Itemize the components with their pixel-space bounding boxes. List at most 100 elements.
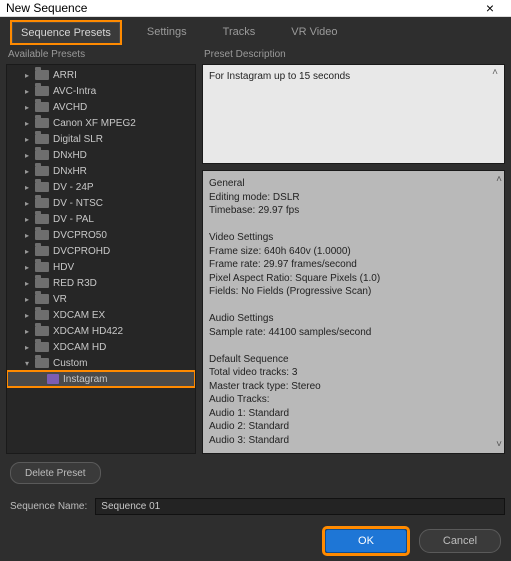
preset-folder[interactable]: ▸ RED R3D <box>7 275 195 291</box>
tree-item-label: VR <box>53 294 67 305</box>
preset-folder[interactable]: ▾ Custom <box>7 355 195 371</box>
action-row: OK Cancel <box>6 529 505 553</box>
chevron-right-icon[interactable]: ▸ <box>23 215 31 224</box>
tree-item-label: DV - 24P <box>53 182 94 193</box>
preset-info-box[interactable]: ˄ ˅ GeneralEditing mode: DSLRTimebase: 2… <box>202 170 505 454</box>
cancel-button[interactable]: Cancel <box>419 529 501 553</box>
ok-button-highlight: OK <box>325 529 407 553</box>
chevron-up-icon: ˄ <box>488 67 502 161</box>
preset-folder[interactable]: ▸ XDCAM HD422 <box>7 323 195 339</box>
sequence-name-label: Sequence Name: <box>10 501 87 512</box>
tab-sequence-presets[interactable]: Sequence Presets <box>12 22 120 43</box>
tab-bar: Sequence Presets Settings Tracks VR Video <box>6 21 505 43</box>
chevron-up-icon: ˄ <box>496 173 502 187</box>
folder-icon <box>35 294 49 304</box>
tree-item-label: ARRI <box>53 70 77 81</box>
preset-folder[interactable]: ▸ Canon XF MPEG2 <box>7 115 195 131</box>
preset-info-text: GeneralEditing mode: DSLRTimebase: 29.97… <box>209 177 498 447</box>
chevron-down-icon: ˅ <box>496 438 502 452</box>
chevron-right-icon[interactable]: ▸ <box>23 71 31 80</box>
ok-button[interactable]: OK <box>325 529 407 553</box>
preset-description-label: Preset Description <box>204 49 503 60</box>
tree-item-label: RED R3D <box>53 278 97 289</box>
preset-folder[interactable]: ▸ VR <box>7 291 195 307</box>
preset-folder[interactable]: ▸ DNxHD <box>7 147 195 163</box>
preset-folder[interactable]: ▸DVCPROHD <box>7 243 195 259</box>
preset-folder[interactable]: ▸ Digital SLR <box>7 131 195 147</box>
sequence-name-row: Sequence Name: <box>6 498 505 515</box>
preset-description-text: For Instagram up to 15 seconds <box>209 71 350 82</box>
chevron-right-icon[interactable]: ▸ <box>23 327 31 336</box>
tree-item-label: XDCAM HD422 <box>53 326 123 337</box>
preset-tree[interactable]: ▸ARRI▸AVC-Intra▸AVCHD▸Canon XF MPEG2▸Dig… <box>6 64 196 454</box>
tree-item-label: DV - NTSC <box>53 198 103 209</box>
chevron-right-icon[interactable]: ▸ <box>23 183 31 192</box>
preset-folder[interactable]: ▸ DVCPRO50 <box>7 227 195 243</box>
folder-icon <box>35 278 49 288</box>
folder-icon <box>35 198 49 208</box>
new-sequence-window: New Sequence × Sequence Presets Settings T… <box>0 0 511 500</box>
tab-vr-video[interactable]: VR Video <box>282 21 346 43</box>
folder-icon <box>35 166 49 176</box>
tab-tracks[interactable]: Tracks <box>214 21 265 43</box>
preset-folder[interactable]: ▸ DNxHR <box>7 163 195 179</box>
chevron-right-icon[interactable]: ▸ <box>23 87 31 96</box>
available-presets-panel: Available Presets ▸ARRI▸AVC-Intra▸AVCHD▸… <box>6 47 196 454</box>
chevron-right-icon[interactable]: ▸ <box>23 119 31 128</box>
folder-icon <box>35 214 49 224</box>
tree-item-label: XDCAM HD <box>53 342 106 353</box>
folder-icon <box>35 102 49 112</box>
chevron-right-icon[interactable]: ▸ <box>23 295 31 304</box>
chevron-right-icon[interactable]: ▸ <box>23 151 31 160</box>
chevron-right-icon[interactable]: ▸ <box>23 311 31 320</box>
chevron-right-icon[interactable]: ▸ <box>23 263 31 272</box>
chevron-right-icon[interactable]: ▸ <box>23 231 31 240</box>
chevron-right-icon[interactable]: ▸ <box>23 135 31 144</box>
folder-icon <box>35 86 49 96</box>
sequence-name-input[interactable] <box>95 498 505 515</box>
close-icon[interactable]: × <box>475 0 505 16</box>
preset-folder[interactable]: ▸ HDV <box>7 259 195 275</box>
preset-description-box[interactable]: For Instagram up to 15 seconds ˄ <box>202 64 505 164</box>
folder-icon <box>35 246 49 256</box>
folder-icon <box>35 70 49 80</box>
footer-left: Delete Preset <box>6 462 505 484</box>
folder-icon <box>35 182 49 192</box>
tree-item-label: Canon XF MPEG2 <box>53 118 136 129</box>
chevron-down-icon[interactable]: ▾ <box>23 359 31 368</box>
tree-item-label: DVCPRO50 <box>53 230 107 241</box>
tree-item-label: AVC-Intra <box>53 86 96 97</box>
available-presets-label: Available Presets <box>8 49 194 60</box>
titlebar: New Sequence × <box>0 0 511 17</box>
tree-item-label: HDV <box>53 262 74 273</box>
preset-folder[interactable]: ▸ XDCAM EX <box>7 307 195 323</box>
preset-folder[interactable]: ▸ ARRI <box>7 67 195 83</box>
window-title: New Sequence <box>6 1 475 15</box>
tree-item-label: XDCAM EX <box>53 310 105 321</box>
tree-item-label: DNxHD <box>53 150 87 161</box>
preset-folder[interactable]: ▸ XDCAM HD <box>7 339 195 355</box>
chevron-right-icon[interactable]: ▸ <box>23 167 31 176</box>
panels: Available Presets ▸ARRI▸AVC-Intra▸AVCHD▸… <box>6 47 505 454</box>
tree-item-label: Digital SLR <box>53 134 103 145</box>
folder-icon <box>35 310 49 320</box>
chevron-right-icon[interactable]: ▸ <box>23 103 31 112</box>
preset-folder[interactable]: ▸ AVC-Intra <box>7 83 195 99</box>
chevron-right-icon[interactable]: ▸ <box>23 279 31 288</box>
preset-item[interactable]: Instagram <box>7 371 195 387</box>
tree-item-label: DNxHR <box>53 166 87 177</box>
delete-preset-button[interactable]: Delete Preset <box>10 462 101 484</box>
chevron-right-icon[interactable]: ▸ <box>23 343 31 352</box>
preset-folder[interactable]: ▸ DV - NTSC <box>7 195 195 211</box>
tab-settings[interactable]: Settings <box>138 21 196 43</box>
preset-folder[interactable]: ▸AVCHD <box>7 99 195 115</box>
chevron-right-icon[interactable]: ▸ <box>23 247 31 256</box>
folder-icon <box>35 262 49 272</box>
preset-folder[interactable]: ▸DV - PAL <box>7 211 195 227</box>
folder-icon <box>35 326 49 336</box>
preset-folder[interactable]: ▸ DV - 24P <box>7 179 195 195</box>
folder-icon <box>35 134 49 144</box>
folder-icon <box>35 230 49 240</box>
tree-item-label: Custom <box>53 358 87 369</box>
chevron-right-icon[interactable]: ▸ <box>23 199 31 208</box>
